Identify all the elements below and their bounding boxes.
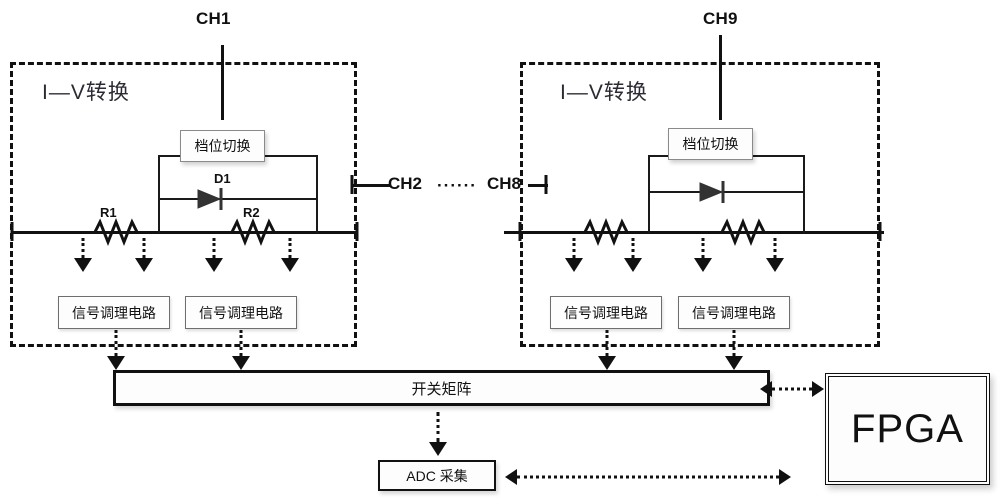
channel-label-ch2: CH2 <box>388 174 423 193</box>
channel-label-ch1: CH1 <box>196 9 231 28</box>
right-diode-branch-line <box>648 191 805 193</box>
iv-block-right-title: I—V转换 <box>560 81 648 104</box>
left-branch-left-vertical <box>158 155 160 233</box>
tap-arrow-l4 <box>281 238 299 276</box>
tap-arrow-r4 <box>766 238 784 276</box>
channel-label-ch9: CH9 <box>703 9 738 28</box>
signal-conditioning-box-1[interactable]: 信号调理电路 <box>58 296 170 329</box>
matrix-fpga-link <box>760 380 828 398</box>
signal-conditioning-box-3[interactable]: 信号调理电路 <box>550 296 662 329</box>
cond-to-matrix-arrow-3 <box>598 330 616 372</box>
resistor-label-r1: R1 <box>100 205 117 220</box>
gain-switch-box-right[interactable]: 档位切换 <box>668 128 753 160</box>
diode-label-d1: D1 <box>214 171 231 186</box>
gain-switch-box-left[interactable]: 档位切换 <box>180 130 265 162</box>
left-branch-right-vertical <box>316 155 318 233</box>
switch-matrix-box[interactable]: 开关矩阵 <box>113 370 770 406</box>
tap-arrow-r2 <box>624 238 642 276</box>
matrix-to-adc-arrow <box>428 412 448 460</box>
signal-conditioning-box-4[interactable]: 信号调理电路 <box>678 296 790 329</box>
left-diode-branch-line <box>158 198 318 200</box>
cond-to-matrix-arrow-4 <box>725 330 743 372</box>
adc-box[interactable]: ADC 采集 <box>378 460 496 491</box>
channel-ellipsis: ······ <box>437 176 477 195</box>
tap-arrow-r3 <box>694 238 712 276</box>
signal-conditioning-box-2[interactable]: 信号调理电路 <box>185 296 297 329</box>
left-main-rail <box>12 231 357 234</box>
tap-arrow-r1 <box>565 238 583 276</box>
fpga-box[interactable]: FPGA <box>825 373 990 485</box>
iv-block-left-title: I—V转换 <box>42 81 130 104</box>
right-branch-left-vertical <box>648 155 650 233</box>
channel-label-ch8: CH8 <box>487 174 522 193</box>
adc-fpga-link <box>505 468 795 486</box>
tap-arrow-l2 <box>135 238 153 276</box>
cond-to-matrix-arrow-1 <box>107 330 125 372</box>
resistor-label-r2: R2 <box>243 205 260 220</box>
right-branch-right-vertical <box>803 155 805 233</box>
ch2-connector-wire-left <box>352 184 390 187</box>
tap-arrow-l1 <box>74 238 92 276</box>
tap-arrow-l3 <box>205 238 223 276</box>
right-main-rail <box>504 231 884 234</box>
diagram-canvas: CH1 CH9 I—V转换 档位切换 D1 R1 R2 信号调理电路 信号调理电… <box>0 0 1000 503</box>
cond-to-matrix-arrow-2 <box>232 330 250 372</box>
